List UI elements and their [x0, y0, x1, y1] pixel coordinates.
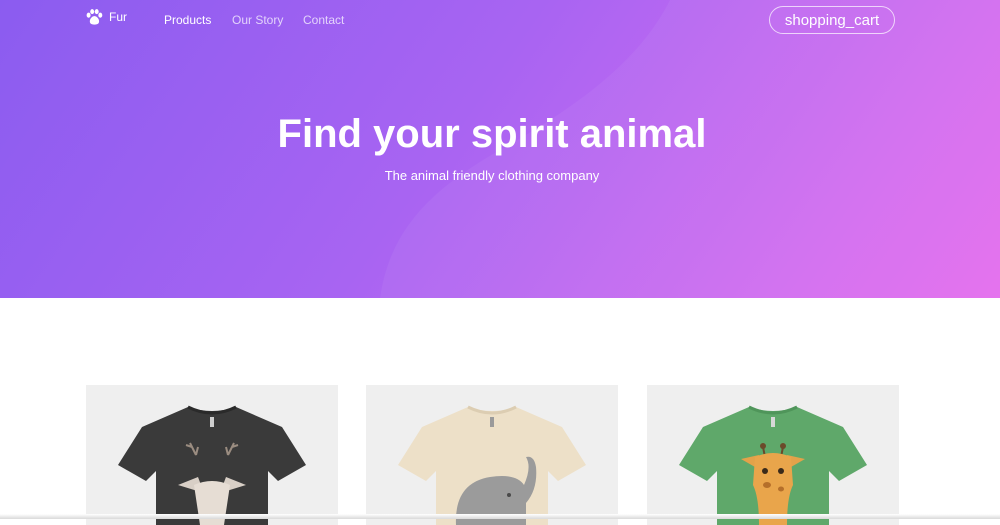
- product-image-elephant-tee: [398, 405, 586, 525]
- product-card-giraffe-tee[interactable]: [647, 385, 899, 525]
- nav-link-products[interactable]: Products: [164, 13, 211, 27]
- product-grid: [0, 298, 1000, 525]
- shopping-cart-label: shopping_cart: [784, 11, 880, 29]
- brand-logo[interactable]: Fur: [85, 8, 127, 26]
- hero-subtitle: The animal friendly clothing company: [384, 168, 600, 183]
- product-card-elephant-tee[interactable]: [366, 385, 618, 525]
- bottom-edge-shadow: [0, 514, 1000, 519]
- shopping-cart-button[interactable]: shopping_cart: [769, 6, 895, 34]
- top-nav: Fur Products Our Story Contact shopping_…: [0, 0, 1000, 40]
- hero-title: Find your spirit animal: [277, 112, 707, 156]
- nav-link-our-story[interactable]: Our Story: [232, 13, 283, 27]
- product-image-deer-tee: [118, 405, 306, 525]
- product-card-deer-tee[interactable]: [86, 385, 338, 525]
- brand-name: Fur: [109, 10, 127, 24]
- product-image-giraffe-tee: [679, 405, 867, 525]
- nav-link-contact[interactable]: Contact: [303, 13, 344, 27]
- hero-banner: Fur Products Our Story Contact shopping_…: [0, 0, 1000, 298]
- paw-icon: [86, 9, 103, 25]
